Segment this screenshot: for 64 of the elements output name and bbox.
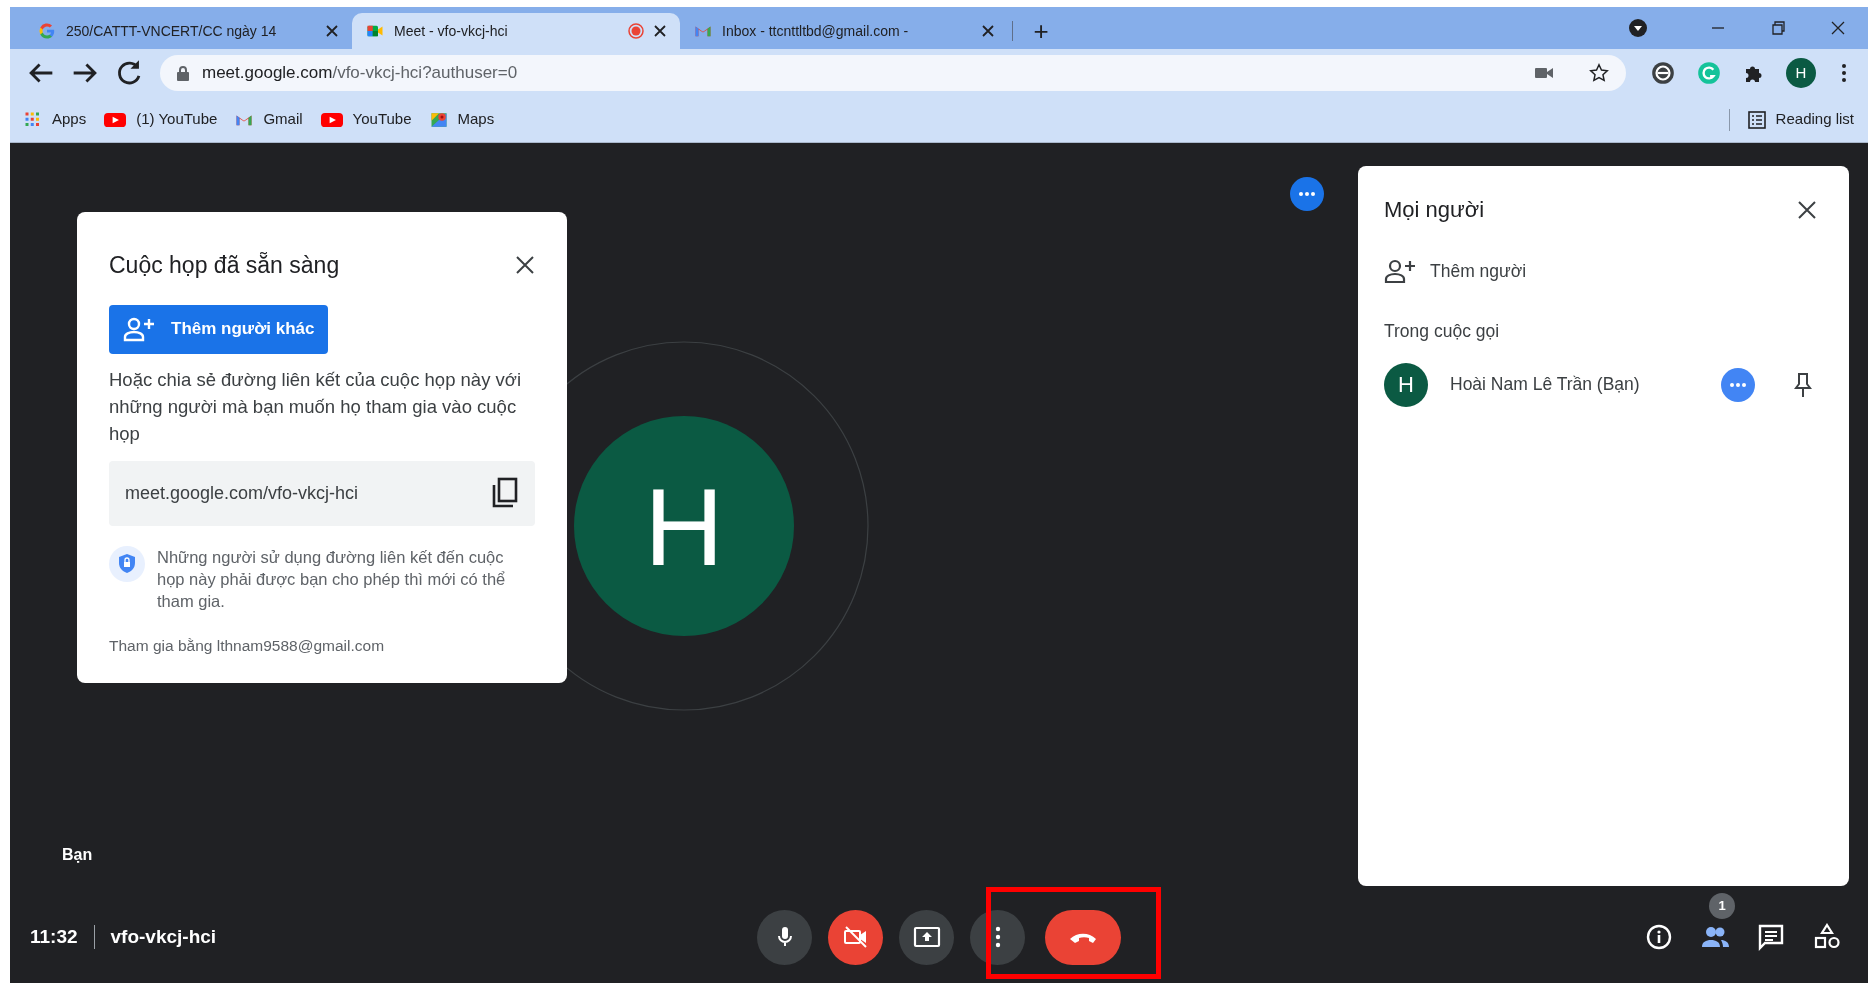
count-badge: 1 [1709,893,1735,919]
add-person-icon [123,316,155,342]
dropdown-icon[interactable] [1628,18,1648,38]
play-icon [104,110,127,129]
tab-title: Meet - vfo-vkcj-hci [394,21,509,41]
card-title: Cuộc họp đã sẵn sàng [109,251,340,280]
add-people-link[interactable]: Thêm người [1384,258,1823,285]
play-icon [320,110,343,129]
joined-as-text: Tham gia bằng lthnam9588@gmail.com [109,635,386,656]
meeting-link-field[interactable]: meet.google.com/vfo-vkcj-hci [109,460,535,526]
list-icon [1747,110,1766,129]
bookmark-link[interactable]: YouTube [320,104,412,135]
more-icon [1729,381,1747,388]
extension-icon[interactable] [1650,60,1676,86]
close-icon[interactable] [326,25,338,37]
close-icon[interactable] [654,25,666,37]
more-vertical-icon [994,926,1001,948]
tab-title: Inbox - ttcnttltbd@gmail.com - [722,21,910,41]
shapes-icon[interactable] [1812,923,1842,951]
panel-title: Mọi người [1384,196,1485,224]
close-icon[interactable] [1797,199,1817,220]
browser-tab[interactable]: 250/CATTT-VNCERT/CC ngày 14 [24,13,352,49]
bookmark-link[interactable]: (1) YouTube [104,104,218,135]
map-pin-icon [429,110,448,129]
tab-title: 250/CATTT-VNCERT/CC ngày 14 [66,21,278,41]
camera-icon[interactable] [1534,65,1554,81]
participant-avatar: H [1384,362,1428,407]
privacy-notice: Những người sử dụng đường liên kết đến cuộc họp này phải được bạn cho phép thì mới có thể tham gia. [157,546,507,612]
grid-icon [24,110,42,129]
meeting-time: 11:32 [30,924,78,949]
add-people-button[interactable]: Thêm người khác [109,304,329,354]
address-bar[interactable]: meet.google.com/vfo-vkcj-hci?authuser=0 [160,55,1626,91]
google-icon [38,22,56,40]
camera-off-icon [842,925,869,949]
bookmark-link[interactable]: Maps [429,104,495,135]
bookmark-link[interactable]: Gmail [235,104,303,135]
profile-avatar[interactable]: H [1786,58,1816,88]
more-icon [1298,191,1316,197]
present-screen-icon [912,925,941,949]
add-person-icon [1384,258,1416,285]
participant-name: Hoài Nam Lê Trần (Bạn) [1450,373,1641,397]
lock-icon [176,65,190,81]
share-description: Hoặc chia sẻ đường liên kết của cuộc họp này với những người mà bạn muốn họ tham gia vào cuộc họp [109,367,522,446]
leave-call-button[interactable] [1045,909,1121,965]
url-text: meet.google.com/vfo-vkcj-hci?authuser=0 [202,62,518,85]
copy-icon[interactable] [491,477,519,509]
close-icon[interactable] [982,25,994,37]
pin-icon[interactable] [1793,371,1813,398]
reading-list-button[interactable]: Reading list [1747,108,1854,131]
participant-label: Bạn [62,845,93,865]
chat-icon[interactable] [1756,923,1786,951]
new-tab-button[interactable]: + [1027,17,1055,45]
more-options-button[interactable] [1290,177,1324,211]
participant-avatar: H [574,416,794,636]
camera-button[interactable] [828,909,883,965]
bookmark-link[interactable]: Apps [24,104,87,135]
close-icon[interactable] [515,255,535,276]
browser-tab[interactable]: Inbox - ttcnttltbd@gmail.com - [680,13,1008,49]
info-icon[interactable] [1644,923,1674,951]
section-heading: Trong cuộc gọi [1384,320,1501,344]
star-icon[interactable] [1588,62,1610,84]
meeting-code: vfo-vkcj-hci [110,924,217,949]
shield-icon [109,545,145,582]
browser-tab[interactable]: Meet - vfo-vkcj-hci [352,13,680,49]
